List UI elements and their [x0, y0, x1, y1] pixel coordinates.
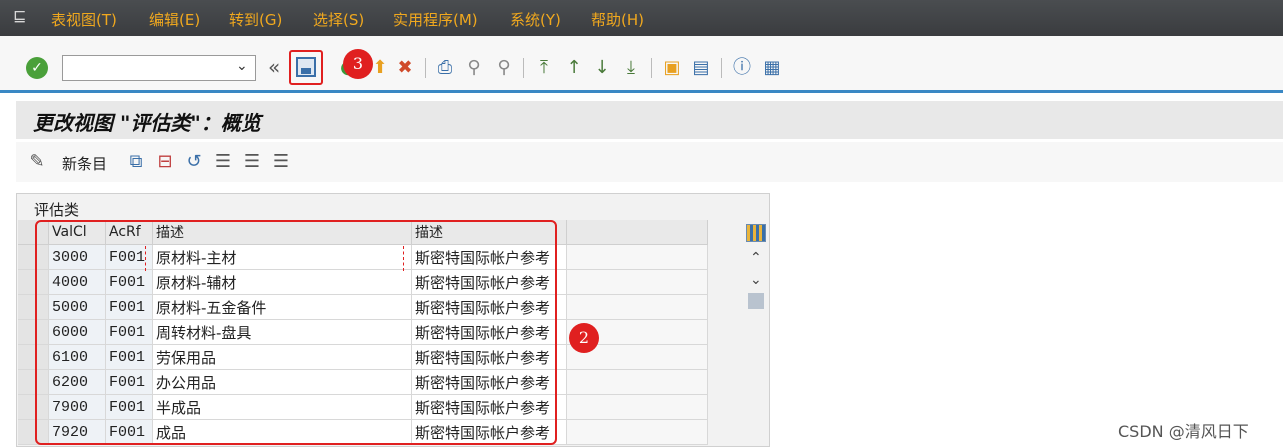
shortcut-icon[interactable]: ▤: [690, 56, 712, 80]
select-block-icon[interactable]: ☰: [241, 150, 263, 174]
row-filler: [566, 269, 708, 295]
select-all-icon[interactable]: ☰: [212, 150, 234, 174]
header-filler: [566, 220, 708, 245]
divider: [721, 58, 722, 78]
row-filler: [566, 294, 708, 320]
menu-help[interactable]: 帮助(H): [591, 9, 644, 30]
collapse-icon[interactable]: «: [268, 55, 280, 79]
copy-icon[interactable]: ⧉: [125, 150, 147, 174]
last-page-icon[interactable]: ⤓: [620, 56, 642, 80]
focused-cell: [145, 246, 404, 271]
cancel-icon[interactable]: ✖: [394, 56, 416, 80]
step-badge-3: 3: [343, 49, 373, 79]
menu-table-view[interactable]: 表视图(T): [51, 9, 117, 30]
layout-icon[interactable]: ▦: [761, 56, 783, 80]
display-change-icon[interactable]: ✎: [26, 150, 48, 174]
delete-icon[interactable]: ⊟: [154, 150, 176, 174]
undo-icon[interactable]: ↺: [183, 150, 205, 174]
deselect-all-icon[interactable]: ☰: [270, 150, 292, 174]
row-filler: [566, 369, 708, 395]
scrollbar-thumb[interactable]: [748, 293, 764, 309]
new-entries-button[interactable]: 新条目: [62, 153, 107, 174]
first-page-icon[interactable]: ⤒: [533, 56, 555, 80]
print-icon[interactable]: ⎙: [434, 56, 456, 80]
save-icon[interactable]: [296, 57, 316, 77]
divider: [651, 58, 652, 78]
help-icon[interactable]: ⓘ: [731, 56, 753, 80]
watermark: CSDN @清风日下: [1118, 422, 1249, 441]
menu-utilities[interactable]: 实用程序(M): [393, 9, 478, 30]
chevron-down-icon[interactable]: ⌄: [236, 58, 248, 74]
new-session-icon[interactable]: ▣: [661, 56, 683, 80]
row-filler: [566, 419, 708, 445]
menu-bar: ⊑ 表视图(T) 编辑(E) 转到(G) 选择(S) 实用程序(M) 系统(Y)…: [0, 0, 1283, 36]
command-field[interactable]: [62, 55, 256, 81]
column-config-icon[interactable]: [746, 224, 766, 242]
divider: [523, 58, 524, 78]
find-next-icon[interactable]: ⚲: [493, 56, 515, 80]
row-filler: [566, 394, 708, 420]
row-filler: [566, 244, 708, 270]
enter-check-icon[interactable]: ✓: [26, 57, 48, 79]
menu-system[interactable]: 系统(Y): [510, 9, 561, 30]
previous-page-icon[interactable]: ↑: [563, 56, 585, 80]
panel-title: 评估类: [34, 201, 80, 219]
divider: [425, 58, 426, 78]
next-page-icon[interactable]: ↓: [591, 56, 613, 80]
scroll-down-icon[interactable]: ⌄: [750, 272, 762, 288]
application-toolbar: [16, 142, 1283, 182]
scroll-up-icon[interactable]: ⌃: [750, 250, 762, 266]
menu-select[interactable]: 选择(S): [313, 9, 364, 30]
step-badge-2: 2: [569, 323, 599, 353]
menu-edit[interactable]: 编辑(E): [149, 9, 200, 30]
menu-icon[interactable]: ⊑: [13, 8, 31, 24]
find-icon[interactable]: ⚲: [463, 56, 485, 80]
page-title: 更改视图 "评估类"：概览: [33, 111, 261, 135]
menu-goto[interactable]: 转到(G): [229, 9, 282, 30]
